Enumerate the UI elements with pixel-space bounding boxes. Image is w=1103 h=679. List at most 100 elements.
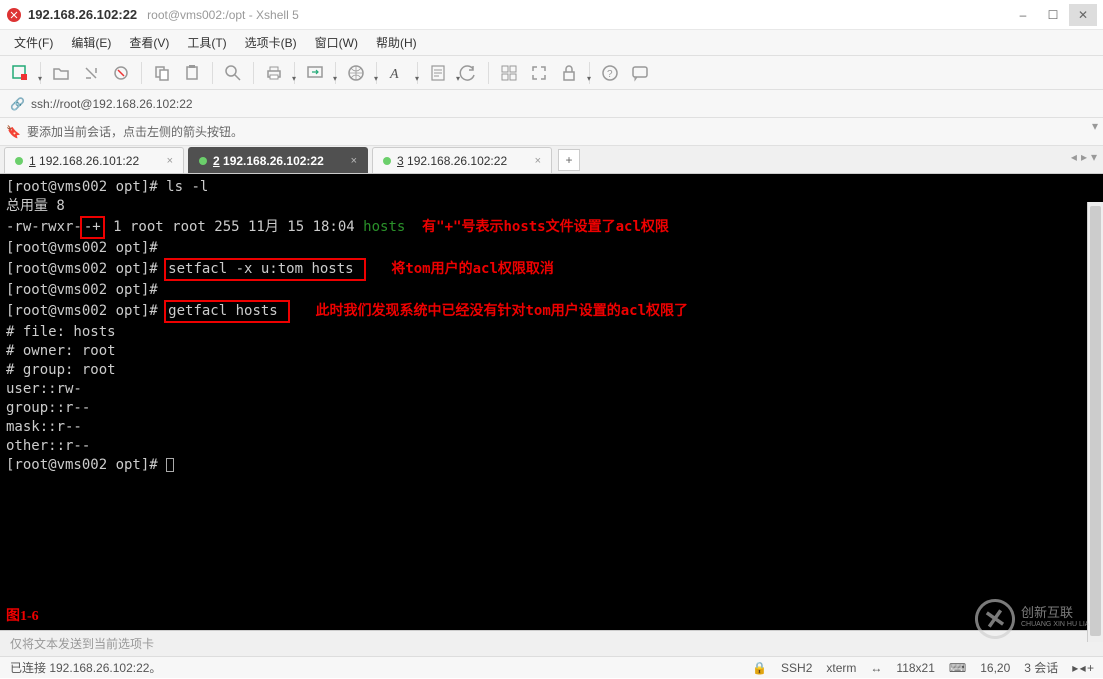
file-transfer-icon[interactable]: ▾ bbox=[301, 59, 329, 87]
lock-icon[interactable]: ▾ bbox=[555, 59, 583, 87]
window-controls: – ☐ ✕ bbox=[1009, 4, 1097, 26]
tab-strip: 1 192.168.26.101:22 × 2 192.168.26.102:2… bbox=[0, 146, 1103, 174]
refresh-icon[interactable] bbox=[454, 59, 482, 87]
bookmark-icon[interactable]: 🔖 bbox=[6, 125, 21, 139]
window-title-sub: root@vms002:/opt - Xshell 5 bbox=[147, 8, 299, 22]
menu-help[interactable]: 帮助(H) bbox=[368, 32, 425, 53]
command: ls -l bbox=[166, 179, 208, 195]
chat-icon[interactable] bbox=[626, 59, 654, 87]
output: mask::r-- bbox=[6, 418, 1097, 437]
output: -rw-rwxr- bbox=[6, 219, 82, 235]
tab-session-3[interactable]: 3 192.168.26.102:22 × bbox=[372, 147, 552, 173]
tab-prev-icon[interactable]: ◂ bbox=[1071, 150, 1077, 164]
app-icon bbox=[6, 7, 22, 23]
status-pos: 16,20 bbox=[980, 661, 1010, 675]
output: user::rw- bbox=[6, 380, 1097, 399]
output: 总用量 8 bbox=[6, 197, 1097, 216]
tab-status-dot bbox=[383, 157, 391, 165]
tab-close-icon[interactable]: × bbox=[351, 155, 357, 167]
prompt: [root@vms002 opt]# bbox=[6, 457, 166, 473]
new-session-icon[interactable]: ▾ bbox=[6, 59, 34, 87]
svg-text:?: ? bbox=[607, 69, 613, 80]
highlight-box: getfacl hosts bbox=[164, 300, 290, 323]
close-button[interactable]: ✕ bbox=[1069, 4, 1097, 26]
tab-menu-icon[interactable]: ▾ bbox=[1091, 150, 1097, 164]
tab-status-dot bbox=[15, 157, 23, 165]
highlight-box: setfacl -x u:tom hosts bbox=[164, 258, 366, 281]
tab-label: 3 192.168.26.102:22 bbox=[397, 154, 507, 168]
lock-icon: 🔒 bbox=[752, 661, 767, 675]
svg-text:A: A bbox=[389, 67, 399, 82]
menu-tools[interactable]: 工具(T) bbox=[179, 32, 234, 53]
address-dropdown-icon[interactable]: ▾ bbox=[1087, 112, 1103, 140]
terminal[interactable]: [root@vms002 opt]# ls -l 总用量 8 -rw-rwxr-… bbox=[0, 174, 1103, 630]
help-icon[interactable]: ? bbox=[596, 59, 624, 87]
fullscreen-icon[interactable] bbox=[525, 59, 553, 87]
open-icon[interactable] bbox=[47, 59, 75, 87]
print-icon[interactable]: ▾ bbox=[260, 59, 288, 87]
title-bar: 192.168.26.102:22 root@vms002:/opt - Xsh… bbox=[0, 0, 1103, 30]
disconnect-icon[interactable] bbox=[107, 59, 135, 87]
status-sessions-icons[interactable]: ▸ ◂ + bbox=[1072, 661, 1093, 675]
annotation: 将tom用户的acl权限取消 bbox=[366, 261, 554, 277]
output: group::r-- bbox=[6, 399, 1097, 418]
send-placeholder: 仅将文本发送到当前选项卡 bbox=[10, 635, 154, 652]
menu-window[interactable]: 窗口(W) bbox=[307, 32, 366, 53]
script-icon[interactable]: ▾ bbox=[424, 59, 452, 87]
window-title-main: 192.168.26.102:22 bbox=[28, 7, 137, 22]
keyboard-icon: ⌨ bbox=[949, 661, 966, 675]
annotation: 此时我们发现系统中已经没有针对tom用户设置的acl权限了 bbox=[290, 303, 688, 319]
menu-edit[interactable]: 编辑(E) bbox=[63, 32, 119, 53]
watermark-pinyin: CHUANG XIN HU LIAN bbox=[1021, 619, 1095, 631]
address-url[interactable]: ssh://root@192.168.26.102:22 bbox=[31, 97, 193, 111]
status-term: xterm bbox=[826, 661, 856, 675]
scrollbar-thumb[interactable] bbox=[1090, 206, 1101, 636]
hint-bar: 🔖 要添加当前会话，点击左侧的箭头按钮。 bbox=[0, 118, 1103, 146]
watermark-logo: ✕ bbox=[972, 596, 1018, 642]
tab-label: 1 192.168.26.101:22 bbox=[29, 154, 139, 168]
output: # group: root bbox=[6, 361, 1097, 380]
prompt: [root@vms002 opt]# bbox=[6, 261, 166, 277]
address-bar: 🔗 ssh://root@192.168.26.102:22 ▾ bbox=[0, 90, 1103, 118]
menu-bar: 文件(F) 编辑(E) 查看(V) 工具(T) 选项卡(B) 窗口(W) 帮助(… bbox=[0, 30, 1103, 56]
tab-close-icon[interactable]: × bbox=[535, 155, 541, 167]
menu-view[interactable]: 查看(V) bbox=[121, 32, 177, 53]
tab-close-icon[interactable]: × bbox=[167, 155, 173, 167]
web-icon[interactable]: ▾ bbox=[342, 59, 370, 87]
maximize-button[interactable]: ☐ bbox=[1039, 4, 1067, 26]
font-icon[interactable]: A▾ bbox=[383, 59, 411, 87]
layout-icon[interactable] bbox=[495, 59, 523, 87]
tab-nav: ◂ ▸ ▾ bbox=[1071, 150, 1097, 164]
watermark-brand: 创新互联 bbox=[1021, 607, 1095, 619]
output: other::r-- bbox=[6, 437, 1097, 456]
connect-icon[interactable] bbox=[77, 59, 105, 87]
tab-add-button[interactable]: + bbox=[558, 149, 580, 171]
tab-status-dot bbox=[199, 157, 207, 165]
menu-tabs[interactable]: 选项卡(B) bbox=[237, 32, 305, 53]
status-size: 118x21 bbox=[896, 661, 934, 675]
find-icon[interactable] bbox=[219, 59, 247, 87]
prompt: [root@vms002 opt]# bbox=[6, 239, 1097, 258]
link-icon: 🔗 bbox=[10, 97, 25, 111]
status-ssh: SSH2 bbox=[781, 661, 812, 675]
tab-session-1[interactable]: 1 192.168.26.101:22 × bbox=[4, 147, 184, 173]
copy-icon[interactable] bbox=[148, 59, 176, 87]
status-connection: 已连接 192.168.26.102:22。 bbox=[10, 659, 161, 676]
tab-session-2[interactable]: 2 192.168.26.102:22 × bbox=[188, 147, 368, 173]
highlight-box: -+ bbox=[80, 216, 105, 239]
paste-icon[interactable] bbox=[178, 59, 206, 87]
output-file: hosts bbox=[363, 219, 405, 235]
output: # file: hosts bbox=[6, 323, 1097, 342]
minimize-button[interactable]: – bbox=[1009, 4, 1037, 26]
tab-next-icon[interactable]: ▸ bbox=[1081, 150, 1087, 164]
menu-file[interactable]: 文件(F) bbox=[6, 32, 61, 53]
terminal-scrollbar[interactable] bbox=[1087, 202, 1103, 642]
prompt: [root@vms002 opt]# bbox=[6, 303, 166, 319]
resize-icon: ↔ bbox=[870, 661, 882, 675]
toolbar: ▾ ▾ ▾ ▾ A▾ ▾ ▾ ? bbox=[0, 56, 1103, 90]
prompt: [root@vms002 opt]# bbox=[6, 179, 166, 195]
figure-label: 图1-6 bbox=[6, 607, 39, 626]
send-to-tabs-bar[interactable]: 仅将文本发送到当前选项卡 bbox=[0, 630, 1103, 656]
watermark: ✕ 创新互联 CHUANG XIN HU LIAN bbox=[975, 589, 1095, 649]
output: 1 root root 255 11月 15 18:04 bbox=[105, 219, 363, 235]
